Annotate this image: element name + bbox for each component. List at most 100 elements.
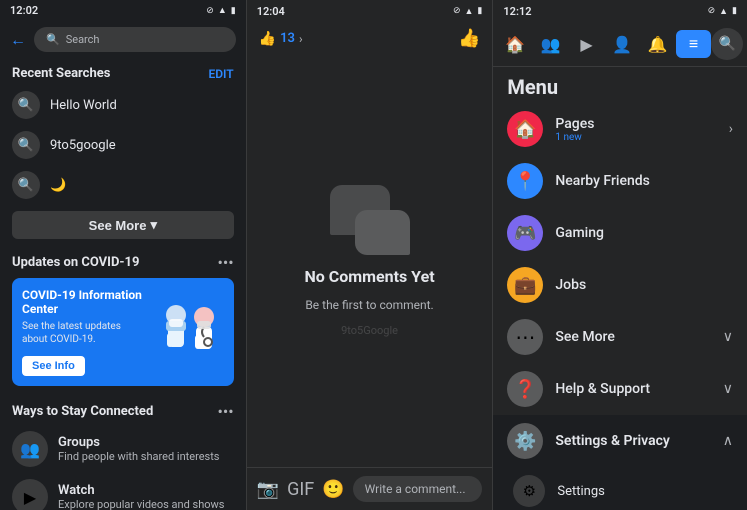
settings-privacy-section: ⚙️ Settings & Privacy ∧ ⚙ Settings 🔒 Pri…: [493, 415, 747, 510]
right-battery-icon: ▮: [732, 6, 737, 16]
menu-scroll: 🏠 Pages 1 new › 📍 Nearby Friends 🎮 Gamin…: [493, 103, 747, 510]
tab-profile[interactable]: 👤: [604, 29, 640, 59]
mid-status-icons: ⊘ ▲ ▮: [453, 6, 482, 17]
settings-privacy-arrow-icon: ∧: [723, 433, 733, 449]
right-status-bar: 12:12 ⊘ ▲ ▮: [493, 0, 747, 22]
back-button[interactable]: ←: [10, 30, 26, 50]
covid-figure: [154, 297, 224, 367]
tab-home[interactable]: 🏠: [497, 29, 533, 59]
search-input-wrap[interactable]: 🔍 Search: [34, 27, 236, 52]
bubble2: [355, 210, 410, 255]
help-arrow-icon: ∨: [723, 381, 733, 397]
groups-icon: 👥: [12, 431, 48, 467]
watch-content: Watch Explore popular videos and shows: [58, 483, 225, 510]
search-item-text-3: 🌙: [50, 178, 66, 193]
tab-watch[interactable]: ▶: [569, 29, 605, 59]
ways-title: Ways to Stay Connected: [12, 404, 153, 419]
covid-text-area: COVID-19 Information Center See the late…: [22, 288, 146, 376]
nav-search-button[interactable]: 🔍: [711, 28, 743, 60]
covid-header: Updates on COVID-19 •••: [12, 253, 234, 272]
help-content: Help & Support: [555, 381, 710, 397]
gaming-content: Gaming: [555, 225, 733, 241]
covid-card-title: COVID-19 Information Center: [22, 288, 146, 316]
right-wifi-icon: ▲: [719, 6, 728, 17]
mid-status-time: 12:04: [257, 5, 285, 18]
camera-icon[interactable]: 📷: [257, 479, 279, 500]
search-item-icon-2: 🔍: [12, 131, 40, 159]
battery-icon: ▮: [231, 6, 236, 16]
likes-section[interactable]: 👍 13 ›: [259, 31, 303, 47]
ways-watch-item[interactable]: ▶ Watch Explore popular videos and shows: [12, 473, 234, 510]
tab-friends[interactable]: 👥: [533, 29, 569, 59]
search-item-icon-3: 🔍: [12, 171, 40, 199]
tab-notifications[interactable]: 🔔: [640, 29, 676, 59]
watch-title: Watch: [58, 483, 225, 498]
gaming-icon: 🎮: [507, 215, 543, 251]
menu-item-jobs[interactable]: 💼 Jobs: [493, 259, 747, 311]
gif-icon[interactable]: GIF: [287, 479, 314, 500]
ways-header: Ways to Stay Connected •••: [12, 402, 234, 421]
emoji-icon[interactable]: 🙂: [322, 479, 344, 500]
ways-groups-item[interactable]: 👥 Groups Find people with shared interes…: [12, 425, 234, 473]
menu-item-help[interactable]: ❓ Help & Support ∨: [493, 363, 747, 415]
groups-desc: Find people with shared interests: [58, 450, 220, 463]
mid-signal-icon: ⊘: [453, 6, 461, 16]
menu-item-gaming[interactable]: 🎮 Gaming: [493, 207, 747, 259]
submenu-settings[interactable]: ⚙ Settings: [493, 467, 747, 510]
nearby-friends-content: Nearby Friends: [555, 173, 733, 189]
see-more-arrow-icon: ∨: [723, 329, 733, 345]
signal-icon: ⊘: [206, 6, 214, 16]
covid-more-icon[interactable]: •••: [217, 253, 233, 272]
see-more-button[interactable]: See More ▾: [12, 211, 234, 239]
gaming-label: Gaming: [555, 225, 733, 241]
groups-title: Groups: [58, 435, 220, 450]
left-status-bar: 12:02 ⊘ ▲ ▮: [0, 0, 246, 21]
settings-privacy-header[interactable]: ⚙️ Settings & Privacy ∧: [493, 415, 747, 467]
search-item-3[interactable]: 🔍 🌙: [0, 165, 246, 205]
groups-content: Groups Find people with shared interests: [58, 435, 220, 463]
comment-input[interactable]: Write a comment...: [353, 476, 483, 502]
settings-icon: ⚙: [513, 475, 545, 507]
covid-card-desc: See the latest updates about COVID-19.: [22, 320, 146, 346]
search-item-icon-1: 🔍: [12, 91, 40, 119]
settings-label: Settings: [557, 484, 604, 499]
search-item-text-2: 9to5google: [50, 138, 116, 153]
likes-count: 13: [280, 31, 295, 46]
jobs-content: Jobs: [555, 277, 733, 293]
recent-searches-title: Recent Searches: [12, 66, 110, 81]
mid-panel: 12:04 ⊘ ▲ ▮ 👍 13 › 👍 No Comments Yet Be …: [247, 0, 494, 510]
nearby-friends-label: Nearby Friends: [555, 173, 733, 189]
mid-content-area: No Comments Yet Be the first to comment.…: [247, 55, 493, 467]
recent-searches-header: Recent Searches EDIT: [0, 58, 246, 85]
jobs-label: Jobs: [555, 277, 733, 293]
search-item-2[interactable]: 🔍 9to5google: [0, 125, 246, 165]
see-more-icon: ⋯: [507, 319, 543, 355]
right-status-icons: ⊘ ▲ ▮: [708, 6, 737, 17]
watermark-text: 9to5Google: [341, 324, 398, 337]
menu-item-see-more[interactable]: ⋯ See More ∨: [493, 311, 747, 363]
edit-button[interactable]: EDIT: [208, 67, 233, 81]
likes-chevron-icon: ›: [299, 32, 303, 46]
covid-see-info-button[interactable]: See Info: [22, 356, 85, 376]
menu-item-nearby-friends[interactable]: 📍 Nearby Friends: [493, 155, 747, 207]
mid-wifi-icon: ▲: [465, 6, 474, 17]
search-bar: ← 🔍 Search: [0, 21, 246, 58]
chevron-down-icon: ▾: [150, 217, 157, 233]
ways-more-icon[interactable]: •••: [217, 402, 233, 421]
help-label: Help & Support: [555, 381, 710, 397]
comment-placeholder: Write a comment...: [365, 482, 466, 496]
thumbs-up-icon[interactable]: 👍: [458, 28, 480, 49]
search-placeholder: Search: [66, 33, 100, 46]
mid-status-bar: 12:04 ⊘ ▲ ▮: [247, 0, 493, 22]
menu-item-pages[interactable]: 🏠 Pages 1 new ›: [493, 103, 747, 155]
covid-title: Updates on COVID-19: [12, 255, 139, 270]
tab-menu[interactable]: ≡: [676, 30, 712, 58]
settings-submenu: ⚙ Settings 🔒 Privacy Shortcuts ⏱ Your Ti…: [493, 467, 747, 510]
search-item-1[interactable]: 🔍 Hello World: [0, 85, 246, 125]
menu-title: Menu: [493, 67, 747, 103]
pages-icon: 🏠: [507, 111, 543, 147]
no-comments-icon: [330, 185, 410, 255]
pages-arrow-icon: ›: [729, 121, 733, 137]
mid-top-bar: 👍 13 › 👍: [247, 22, 493, 55]
wifi-icon: ▲: [218, 5, 227, 16]
